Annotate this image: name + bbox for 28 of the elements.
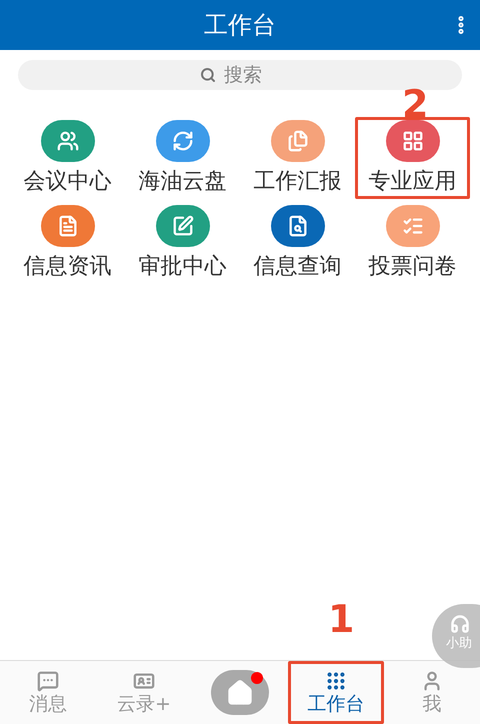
search-icon — [200, 67, 216, 83]
home-button[interactable] — [211, 670, 269, 715]
step-number: 1 — [328, 606, 354, 633]
app-label: 专业应用 — [368, 168, 456, 196]
headset-icon — [450, 614, 470, 634]
app-label: 工作汇报 — [254, 168, 342, 196]
home-icon — [226, 678, 254, 706]
app-tile[interactable]: 投票问卷 — [368, 205, 456, 281]
app-label: 海油云盘 — [138, 168, 226, 196]
chat-icon — [36, 670, 60, 692]
app-tile[interactable]: 信息查询 — [254, 205, 342, 281]
app-label: 投票问卷 — [368, 253, 456, 281]
step-number: 2 — [402, 91, 428, 118]
app-label: 信息资讯 — [24, 253, 112, 281]
app-label: 会议中心 — [24, 168, 112, 196]
app-tile[interactable]: 会议中心 — [24, 120, 112, 196]
app-tile[interactable]: 审批中心 — [138, 205, 226, 281]
assistant-label: 小助 — [446, 636, 472, 652]
nav-tab[interactable]: 工作台 — [308, 670, 364, 716]
page-title: 工作台 — [204, 10, 276, 41]
search-input[interactable]: 搜索 — [224, 60, 280, 90]
search-field[interactable]: 搜索 — [18, 60, 462, 90]
app-tile[interactable]: 信息资讯 — [24, 205, 112, 281]
app-label: 审批中心 — [138, 253, 226, 281]
app-tile[interactable]: 专业应用 — [368, 120, 456, 196]
app-tile[interactable]: 海油云盘 — [138, 120, 226, 196]
app-tile[interactable]: 工作汇报 — [254, 120, 342, 196]
app-label: 信息查询 — [254, 253, 342, 281]
